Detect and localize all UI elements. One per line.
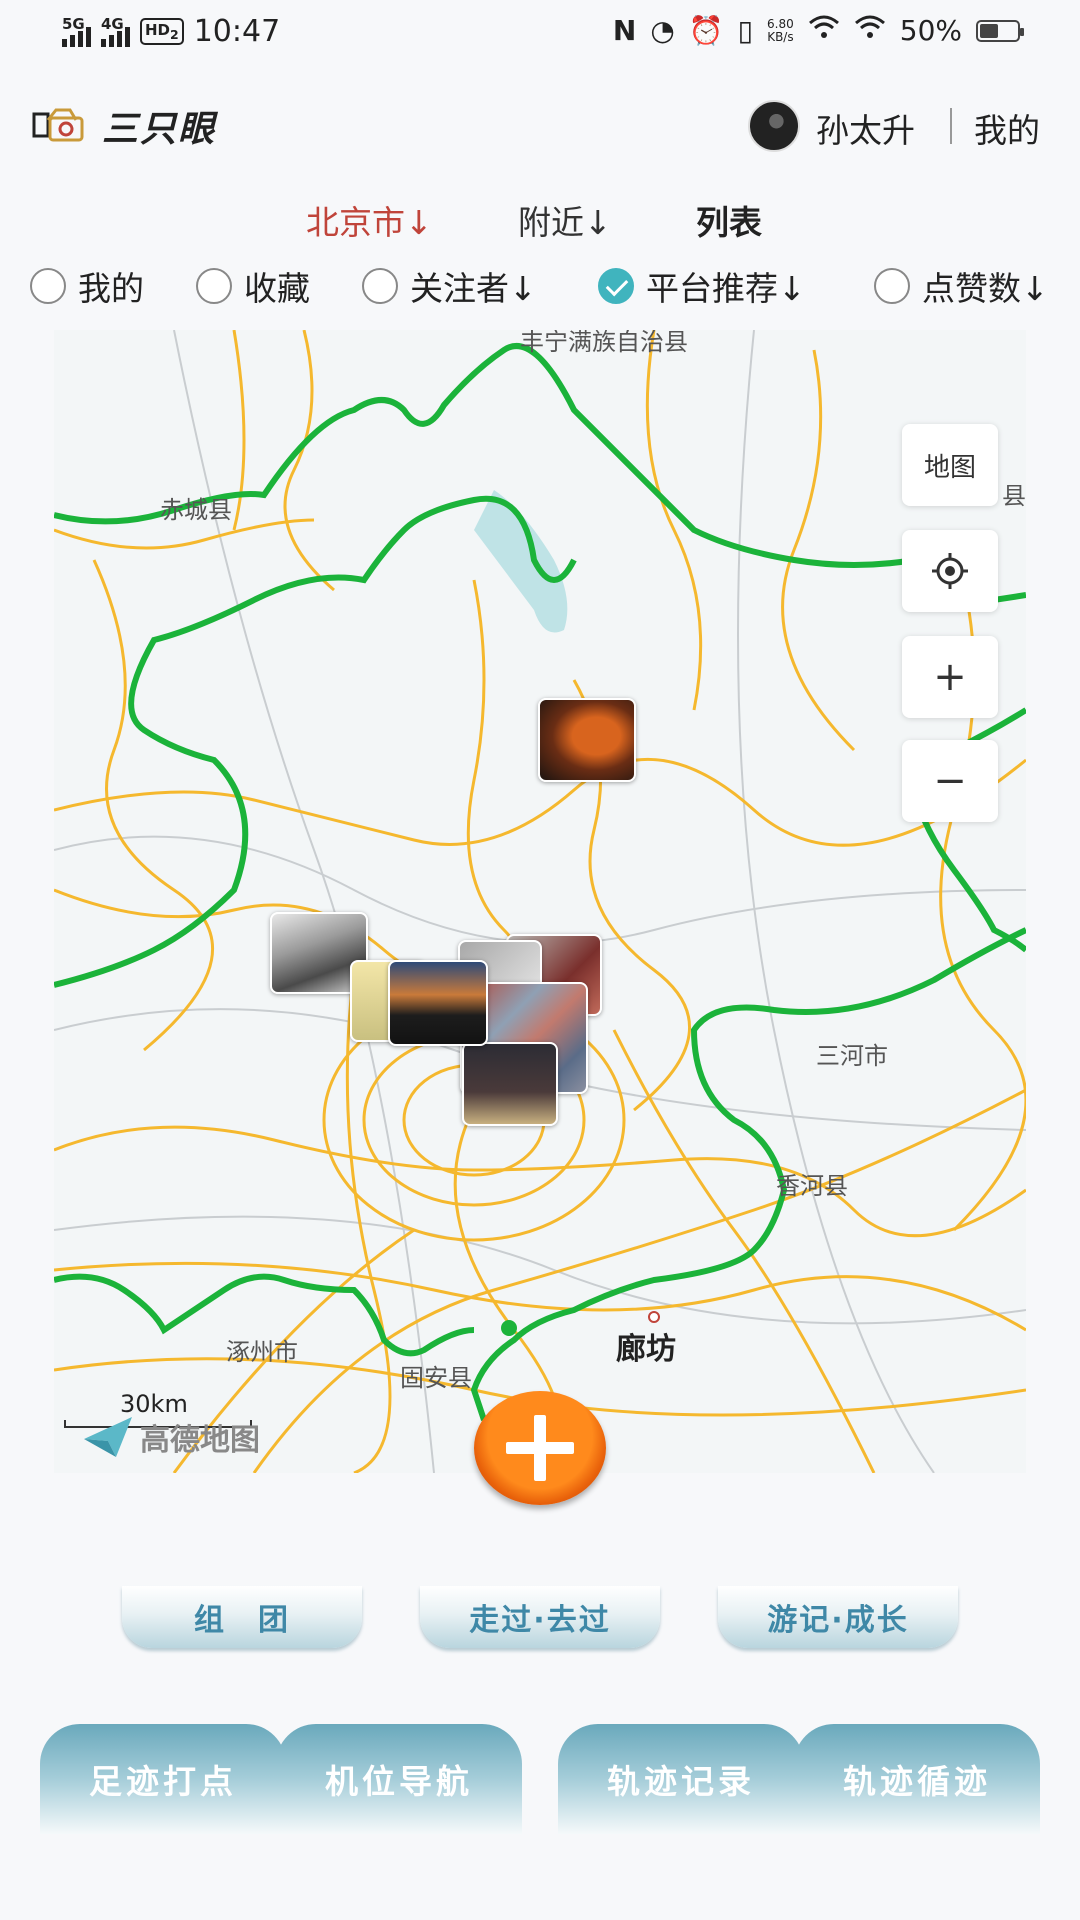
radio-circle-icon — [30, 268, 66, 304]
zoom-out-button[interactable]: − — [902, 740, 998, 822]
reservoir-shape — [474, 490, 568, 633]
status-right: N ◔ ⏰ ▯ 6.80 KB/s 50% — [612, 14, 1024, 47]
user-name[interactable]: 孙太升 — [816, 104, 915, 152]
city-dropdown[interactable]: 北京市↓ — [306, 196, 433, 244]
battery-icon — [976, 19, 1024, 42]
map-label-langfang: 廊坊 — [616, 1332, 676, 1367]
net-rate: 6.80 KB/s — [767, 16, 794, 44]
map-label-xianghe: 香河县 — [776, 1172, 848, 1200]
photo-marker[interactable] — [388, 960, 488, 1046]
visited-button[interactable]: 走过·去过 — [420, 1586, 660, 1648]
map-type-button[interactable]: 地图 — [902, 424, 998, 506]
status-time: 10:47 — [193, 14, 281, 49]
radio-followers[interactable]: 关注者↓ — [362, 262, 537, 310]
vibrate-icon: ▯ — [737, 14, 754, 47]
map-provider-logo: 高德地图 — [82, 1415, 260, 1459]
wifi-icon — [808, 14, 840, 47]
app-header: 三只眼 孙太升 我的 — [0, 82, 1080, 168]
app-title: 三只眼 — [102, 109, 217, 150]
avatar[interactable] — [748, 100, 800, 152]
signal-5g-icon: 5G — [62, 15, 91, 47]
photo-marker[interactable] — [462, 1042, 558, 1126]
zoom-in-button[interactable]: + — [902, 636, 998, 718]
alarm-icon: ⏰ — [688, 14, 724, 47]
source-radio-group: 我的 收藏 关注者↓ 平台推荐↓ 点赞数↓ — [0, 262, 1080, 310]
radio-likes[interactable]: 点赞数↓ — [874, 262, 1049, 310]
track-follow-button[interactable]: 轨迹循迹 — [794, 1724, 1040, 1834]
radio-favorites[interactable]: 收藏 — [196, 262, 310, 310]
signal-4g-icon: 4G — [101, 15, 130, 47]
radio-checked-icon — [598, 268, 634, 304]
travelogue-button[interactable]: 游记·成长 — [718, 1586, 958, 1648]
photo-marker[interactable] — [538, 698, 636, 782]
map-label-fengning: 丰宁满族自治县 — [520, 330, 688, 356]
scale-label: 30km — [120, 1390, 188, 1418]
map-label-zhuozhou: 涿州市 — [226, 1338, 298, 1366]
radio-platform-recommend[interactable]: 平台推荐↓ — [598, 262, 806, 310]
header-divider — [950, 108, 952, 144]
track-record-button[interactable]: 轨迹记录 — [558, 1724, 804, 1834]
map-label-edge-county: 县 — [1002, 482, 1026, 510]
footprint-mark-button[interactable]: 足迹打点 — [40, 1724, 286, 1834]
radio-circle-icon — [362, 268, 398, 304]
map-label-chicheng: 赤城县 — [160, 496, 232, 524]
my-profile-link[interactable]: 我的 — [974, 104, 1040, 152]
status-left: 5G 4G HD2 10:47 — [62, 14, 280, 49]
add-button[interactable] — [474, 1391, 606, 1505]
list-view-toggle[interactable]: 列表 — [696, 196, 762, 244]
battery-fill — [980, 23, 998, 38]
battery-percent: 50% — [899, 14, 962, 47]
map-label-sanhe: 三河市 — [816, 1042, 888, 1070]
status-bar: 5G 4G HD2 10:47 N ◔ ⏰ ▯ 6.80 KB/s 50% — [0, 0, 1080, 66]
wifi-icon-2 — [854, 14, 886, 47]
locate-button[interactable] — [902, 530, 998, 612]
map-view[interactable]: 丰宁满族自治县 赤城县 县 三河市 香河县 涿州市 固安县 廊坊 地图 + − … — [54, 330, 1026, 1473]
app-logo-icon — [32, 108, 84, 142]
nfc-icon: N — [612, 14, 637, 47]
radio-circle-icon — [874, 268, 910, 304]
camera-spot-nav-button[interactable]: 机位导航 — [276, 1724, 522, 1834]
filter-bar: 北京市↓ 附近↓ 列表 — [0, 196, 1080, 244]
speedometer-icon: ◔ — [650, 14, 675, 47]
group-button[interactable]: 组 团 — [122, 1586, 362, 1648]
radio-circle-icon — [196, 268, 232, 304]
locate-icon — [932, 553, 968, 589]
amap-logo-icon — [84, 1417, 132, 1457]
radio-mine[interactable]: 我的 — [30, 262, 144, 310]
hd-voice-icon: HD2 — [140, 18, 184, 45]
map-label-guan: 固安县 — [400, 1364, 472, 1392]
nearby-dropdown[interactable]: 附近↓ — [518, 196, 612, 244]
